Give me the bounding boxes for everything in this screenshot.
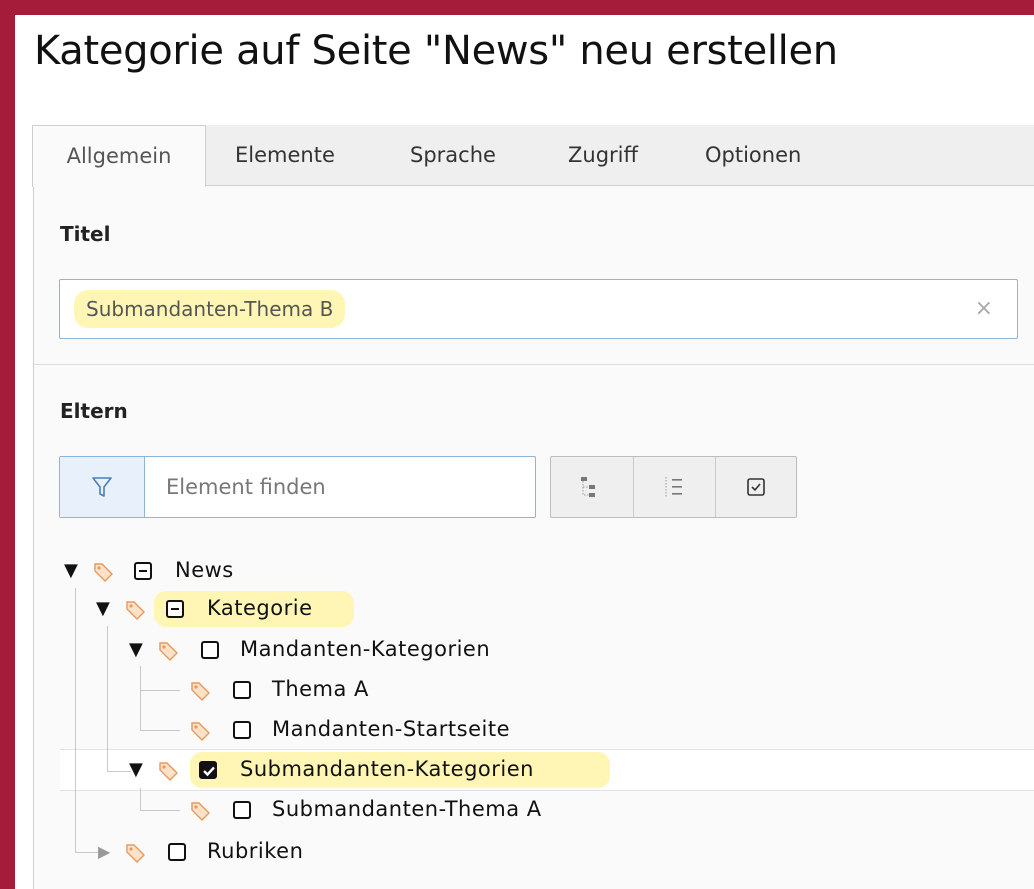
checkbox[interactable] bbox=[233, 801, 251, 819]
window-frame-top bbox=[0, 0, 1034, 15]
tree-line bbox=[75, 852, 99, 853]
tag-icon bbox=[191, 722, 210, 741]
tree-node-label: Mandanten-Kategorien bbox=[240, 637, 491, 661]
tree-line bbox=[140, 788, 141, 810]
tree-line bbox=[140, 690, 180, 691]
check-icon bbox=[203, 766, 215, 777]
show-selected-button[interactable] bbox=[715, 457, 798, 517]
tab-allgemein[interactable]: Allgemein bbox=[32, 125, 206, 187]
title-field[interactable]: Submandanten-Thema B × bbox=[59, 279, 1018, 339]
checkbox[interactable] bbox=[233, 721, 251, 739]
tag-icon bbox=[94, 563, 113, 582]
tree-expand-icon bbox=[581, 477, 595, 497]
collapse-toggle-icon[interactable]: ▼ bbox=[64, 560, 78, 581]
tree-line bbox=[107, 626, 108, 772]
page-title: Kategorie auf Seite "News" neu erstellen bbox=[34, 28, 838, 74]
list-icon bbox=[665, 477, 682, 497]
tree-node-label: Thema A bbox=[272, 677, 369, 701]
expand-all-button[interactable] bbox=[551, 457, 633, 517]
checkbox-checked[interactable] bbox=[199, 761, 217, 779]
collapse-toggle-icon[interactable]: ▼ bbox=[96, 598, 110, 619]
expand-toggle-icon[interactable]: ▶ bbox=[98, 842, 110, 861]
tree-node-label: News bbox=[175, 558, 234, 582]
title-value[interactable]: Submandanten-Thema B bbox=[74, 290, 346, 328]
tree-node-label: Kategorie bbox=[207, 596, 313, 620]
window-frame-left bbox=[0, 0, 15, 889]
filter-input[interactable] bbox=[146, 457, 526, 517]
title-label: Titel bbox=[60, 222, 111, 246]
tree-line bbox=[140, 666, 141, 730]
tab-elemente[interactable]: Elemente bbox=[235, 125, 335, 185]
tree-toolbar bbox=[550, 456, 797, 518]
tree-line bbox=[140, 810, 180, 811]
tree-line bbox=[107, 771, 131, 772]
collapse-toggle-icon[interactable]: ▼ bbox=[129, 639, 143, 660]
tree-filter bbox=[59, 456, 536, 518]
tab-sprache[interactable]: Sprache bbox=[410, 125, 496, 185]
tree-line bbox=[75, 588, 76, 853]
collapse-list-button[interactable] bbox=[633, 457, 716, 517]
tree-line bbox=[140, 730, 180, 731]
tab-optionen[interactable]: Optionen bbox=[705, 125, 801, 185]
checkbox[interactable] bbox=[168, 843, 186, 861]
tag-icon bbox=[191, 802, 210, 821]
parent-label: Eltern bbox=[60, 399, 128, 423]
checkbox-icon bbox=[747, 478, 765, 496]
section-divider bbox=[34, 364, 1034, 365]
tree-node-label: Rubriken bbox=[207, 839, 304, 863]
checkbox[interactable] bbox=[233, 681, 251, 699]
checkbox[interactable] bbox=[201, 641, 219, 659]
filter-button[interactable] bbox=[60, 457, 145, 517]
tag-icon bbox=[159, 642, 178, 661]
tag-icon bbox=[191, 682, 210, 701]
tag-icon bbox=[126, 844, 145, 863]
tree-node-label: Submandanten-Thema A bbox=[272, 797, 542, 821]
tree-node-label: Mandanten-Startseite bbox=[272, 717, 510, 741]
clear-icon[interactable]: × bbox=[975, 296, 993, 321]
tag-icon bbox=[126, 601, 145, 620]
tree-node-label: Submandanten-Kategorien bbox=[240, 757, 534, 781]
tab-zugriff[interactable]: Zugriff bbox=[568, 125, 638, 185]
collapse-toggle-icon[interactable]: ▼ bbox=[129, 759, 143, 780]
checkbox-indeterminate[interactable] bbox=[166, 600, 184, 618]
tab-bar: Allgemein Elemente Sprache Zugriff Optio… bbox=[32, 125, 1034, 187]
tag-icon bbox=[159, 762, 178, 781]
filter-icon bbox=[92, 477, 112, 497]
checkbox-indeterminate[interactable] bbox=[134, 562, 152, 580]
